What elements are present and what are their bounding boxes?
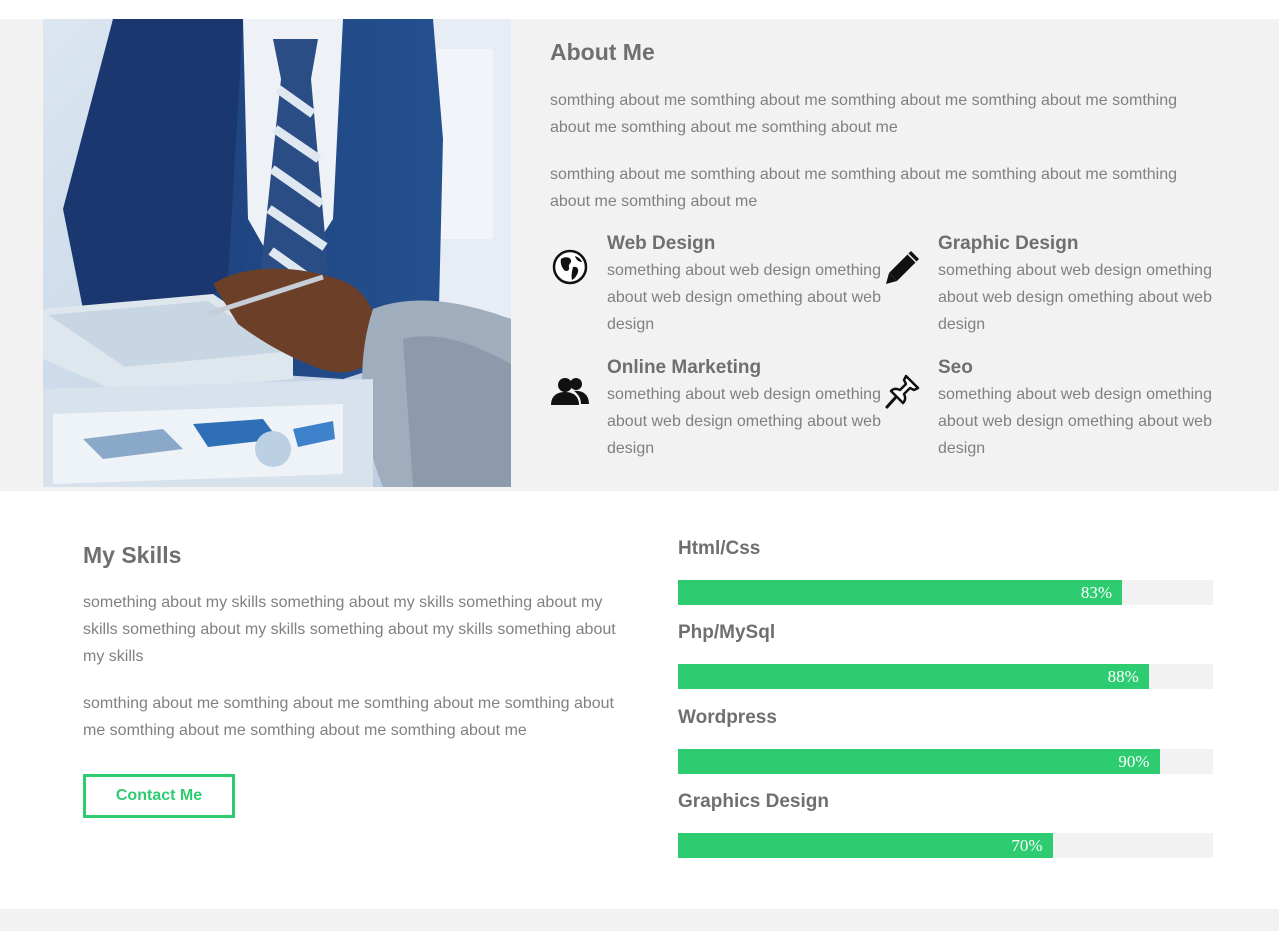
- progress-fill: 90%: [678, 749, 1160, 774]
- skill-name: Php/MySql: [678, 622, 776, 643]
- footer-band: [0, 909, 1279, 931]
- about-paragraph-2: somthing about me somthing about me somt…: [550, 166, 1178, 210]
- service-description: something about web design omething abou…: [607, 386, 881, 457]
- progress-track: 90%: [678, 749, 1213, 774]
- users-icon: [550, 371, 590, 411]
- skills-title: My Skills: [83, 542, 182, 568]
- about-paragraph-1: somthing about me somthing about me somt…: [550, 92, 1178, 136]
- progress-percent: 83%: [1080, 583, 1113, 602]
- progress-percent: 90%: [1118, 752, 1150, 771]
- skill-wordpress: Wordpress 90%: [678, 707, 1213, 787]
- skill-php-mysql: Php/MySql 88%: [678, 622, 1213, 702]
- progress-track: 70%: [678, 833, 1213, 858]
- skills-paragraph-1: something about my skills something abou…: [83, 594, 616, 665]
- skill-name: Wordpress: [678, 707, 777, 728]
- progress-track: 88%: [678, 664, 1213, 689]
- service-description: something about web design omething abou…: [607, 262, 881, 333]
- progress-percent: 88%: [1107, 667, 1139, 686]
- skills-paragraph-2: somthing about me somthing about me somt…: [83, 695, 614, 739]
- about-photo: [43, 19, 511, 487]
- skill-name: Graphics Design: [678, 791, 829, 812]
- pencil-icon: [883, 247, 923, 287]
- skill-html-css: Html/Css 83%: [678, 538, 1213, 618]
- progress-percent: 70%: [1011, 836, 1043, 855]
- progress-track: 83%: [678, 580, 1213, 605]
- service-description: something about web design omething abou…: [938, 386, 1212, 457]
- globe-icon: [550, 247, 590, 287]
- progress-fill: 70%: [678, 833, 1053, 858]
- service-title: Graphic Design: [938, 233, 1079, 254]
- service-title: Online Marketing: [607, 357, 762, 378]
- skill-name: Html/Css: [678, 538, 761, 559]
- service-title: Seo: [938, 357, 973, 378]
- skill-graphics-design: Graphics Design 70%: [678, 791, 1213, 871]
- service-description: something about web design omething abou…: [938, 262, 1212, 333]
- pushpin-icon: [883, 371, 923, 411]
- contact-me-button[interactable]: Contact Me: [83, 774, 235, 818]
- about-section: About Me somthing about me somthing abou…: [0, 19, 1279, 491]
- progress-fill: 88%: [678, 664, 1149, 689]
- service-title: Web Design: [607, 233, 716, 254]
- about-title: About Me: [550, 39, 655, 65]
- progress-fill: 83%: [678, 580, 1123, 605]
